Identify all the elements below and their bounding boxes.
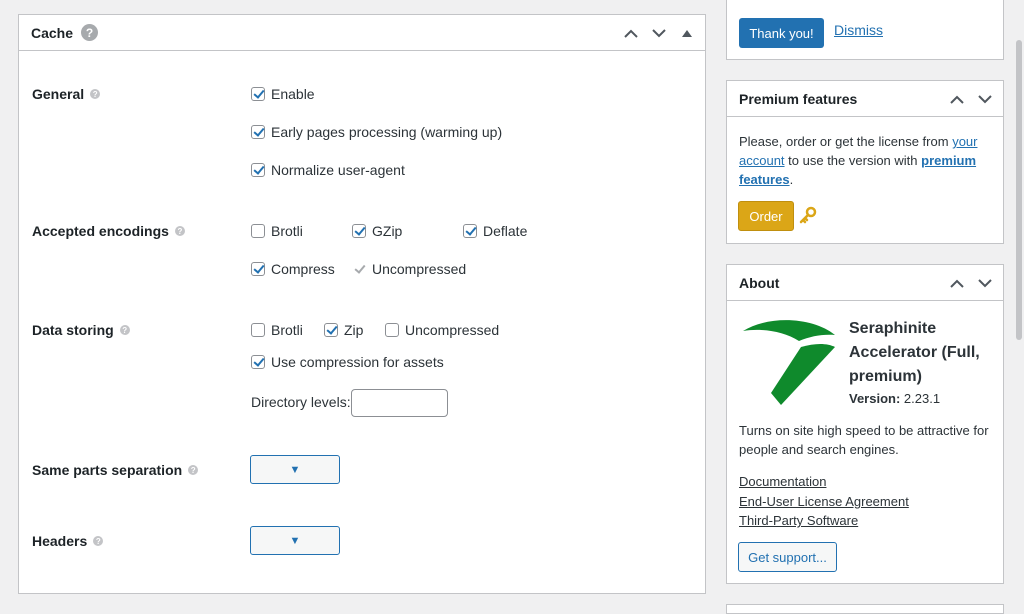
checkbox-box[interactable] (251, 87, 265, 101)
checkbox-box[interactable] (324, 323, 338, 337)
checkbox-box[interactable] (251, 262, 265, 276)
help-icon[interactable]: ? (93, 536, 104, 547)
storing-uncompressed-checkbox[interactable]: Uncompressed (385, 322, 499, 338)
same-parts-separation-label: Same parts separation? (32, 462, 199, 478)
thank-you-button[interactable]: Thank you! (739, 18, 824, 48)
move-up-icon[interactable] (947, 273, 967, 293)
eula-link[interactable]: End-User License Agreement (739, 492, 909, 511)
checkbox-box[interactable] (251, 125, 265, 139)
encoding-deflate-checkbox[interactable]: Deflate (463, 223, 527, 239)
move-down-icon[interactable] (975, 89, 995, 109)
documentation-link[interactable]: Documentation (739, 472, 826, 491)
enable-checkbox[interactable]: Enable (251, 86, 315, 102)
early-pages-processing-checkbox[interactable]: Early pages processing (warming up) (251, 124, 502, 140)
key-icon (799, 206, 817, 227)
cache-panel-title: Cache (31, 24, 74, 41)
third-party-software-link[interactable]: Third-Party Software (739, 511, 858, 530)
general-label: General? (32, 86, 101, 102)
move-down-icon[interactable] (649, 23, 669, 43)
help-icon[interactable]: ? (188, 465, 199, 476)
encoding-gzip-checkbox[interactable]: GZip (352, 223, 402, 239)
checkbox-box[interactable] (251, 355, 265, 369)
storing-zip-checkbox[interactable]: Zip (324, 322, 363, 338)
product-name: Seraphinite Accelerator (Full, premium) (849, 320, 980, 385)
same-parts-separation-select[interactable]: ▼ (250, 455, 340, 484)
cache-panel: Cache ? General? Enable Early pages proc… (18, 14, 706, 594)
help-icon[interactable]: ? (174, 226, 185, 237)
dismiss-link[interactable]: Dismiss (834, 22, 883, 38)
chevron-down-icon: ▼ (289, 463, 301, 476)
version-line: Version: 2.23.1 (849, 391, 941, 406)
move-down-icon[interactable] (975, 273, 995, 293)
checkbox-box[interactable] (251, 323, 265, 337)
help-icon[interactable]: ? (81, 24, 99, 41)
help-icon[interactable]: ? (119, 325, 130, 336)
next-panel-edge (726, 604, 1004, 614)
toggle-panel-icon[interactable] (677, 23, 697, 43)
notice-panel: Thank you! Dismiss (726, 0, 1004, 60)
premium-panel-header: Premium features (727, 81, 1003, 117)
premium-text: Please, order or get the license from yo… (739, 134, 978, 187)
premium-features-panel: Premium features Please, order or get th… (726, 80, 1004, 244)
about-panel: About Seraphinite Accelerator (Full, pre… (726, 264, 1004, 584)
about-panel-title: About (739, 274, 780, 291)
checkbox-box[interactable] (463, 224, 477, 238)
encoding-brotli-checkbox[interactable]: Brotli (251, 223, 303, 239)
directory-levels-input[interactable] (351, 389, 448, 417)
encoding-compress-checkbox[interactable]: Compress (251, 261, 335, 277)
checkbox-box[interactable] (352, 224, 366, 238)
move-up-icon[interactable] (621, 23, 641, 43)
checkbox-box[interactable] (251, 224, 265, 238)
directory-levels-label: Directory levels: (251, 394, 351, 410)
seraphinite-logo-icon (741, 317, 837, 412)
checkbox-box[interactable] (385, 323, 399, 337)
normalize-user-agent-checkbox[interactable]: Normalize user-agent (251, 162, 405, 178)
accepted-encodings-label: Accepted encodings? (32, 223, 185, 239)
checkbox-box[interactable] (251, 163, 265, 177)
checkbox-box (352, 262, 366, 276)
headers-label: Headers? (32, 533, 104, 549)
get-support-button[interactable]: Get support... (738, 542, 837, 572)
order-button[interactable]: Order (738, 201, 794, 231)
data-storing-label: Data storing? (32, 322, 130, 338)
compression-for-assets-checkbox[interactable]: Use compression for assets (251, 354, 444, 370)
chevron-down-icon: ▼ (289, 534, 301, 547)
storing-brotli-checkbox[interactable]: Brotli (251, 322, 303, 338)
help-icon[interactable]: ? (90, 89, 101, 100)
about-description: Turns on site high speed to be attractiv… (739, 423, 989, 457)
headers-select[interactable]: ▼ (250, 526, 340, 555)
encoding-uncompressed-checkbox: Uncompressed (352, 261, 466, 277)
page-scrollbar[interactable] (1016, 40, 1022, 340)
cache-panel-header: Cache ? (19, 15, 705, 51)
about-panel-header: About (727, 265, 1003, 301)
move-up-icon[interactable] (947, 89, 967, 109)
premium-panel-title: Premium features (739, 90, 858, 107)
